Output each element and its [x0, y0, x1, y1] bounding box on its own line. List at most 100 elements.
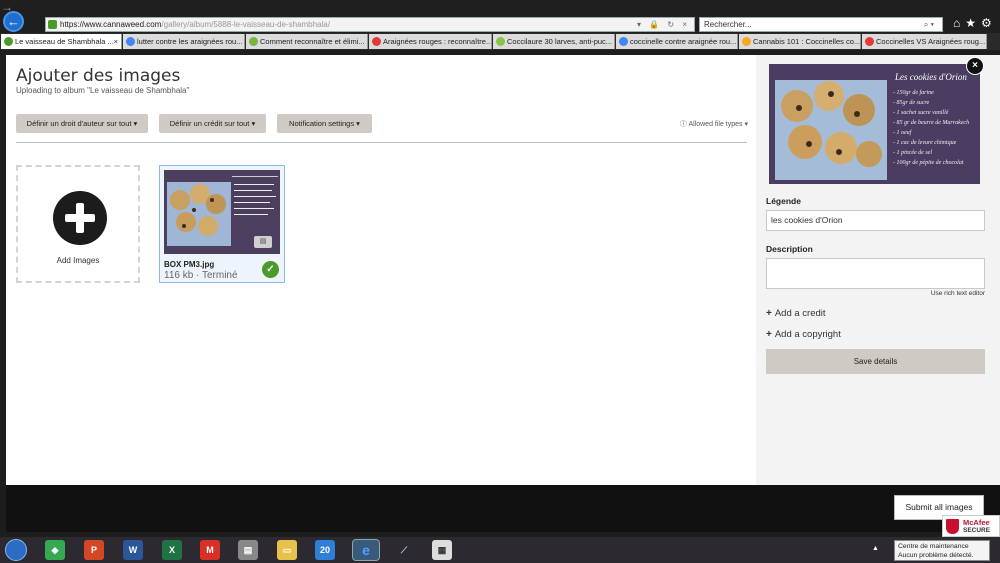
recipe-line: - 150gr de farine: [893, 89, 934, 96]
browser-tools[interactable]: ⌂★⚙: [953, 16, 997, 30]
calculator-icon[interactable]: ▦: [432, 540, 452, 560]
notification-settings-button[interactable]: Notification settings ▾: [277, 114, 372, 133]
recipe-line: - 1 sachet sucre vanillé: [893, 110, 949, 116]
tab-label: Comment reconnaître et élimi...: [260, 37, 365, 46]
plus-icon: +: [766, 329, 772, 340]
gear-icon[interactable]: ⚙: [981, 16, 997, 30]
legend-input[interactable]: les cookies d'Orion: [766, 210, 985, 231]
google-icon: [619, 37, 628, 46]
tab-label: lutter contre les araignées rou...: [137, 37, 243, 46]
tab-label: Le vaisseau de Shambhala ...: [15, 37, 114, 46]
excel-icon[interactable]: X: [162, 540, 182, 560]
site-icon: [865, 37, 874, 46]
search-input[interactable]: Rechercher... ⌕ ▾: [699, 17, 943, 32]
file-status: 116 kb · Terminé: [164, 270, 238, 281]
allowed-file-types-link[interactable]: ⓘ Allowed file types ▾: [680, 119, 748, 129]
mcafee-secure-badge[interactable]: McAfee SECURE: [942, 515, 1000, 537]
tab-2[interactable]: Comment reconnaître et élimi...: [246, 34, 368, 49]
start-button-icon[interactable]: [5, 539, 27, 561]
close-tab-icon[interactable]: ×: [114, 34, 118, 49]
recipe-line: - 100gr de pépite de chocolat: [893, 160, 964, 166]
tab-7[interactable]: Coccinelles VS Araignées roug...: [862, 34, 987, 49]
tab-4[interactable]: Coccilaure 30 larves, anti-puc...: [493, 34, 615, 49]
file-name: BOX PM3.jpg: [164, 260, 215, 269]
close-icon[interactable]: ×: [966, 57, 984, 75]
calendar-icon[interactable]: 20: [315, 540, 335, 560]
search-icon[interactable]: ⌕ ▾: [924, 18, 934, 31]
save-details-button[interactable]: Save details: [766, 349, 985, 374]
tooltip-line-1: Centre de maintenance: [898, 543, 969, 550]
tab-label: Araignées rouges : reconnaître...: [383, 37, 492, 46]
maintenance-tooltip: Centre de maintenance Aucun problème dét…: [894, 540, 990, 561]
address-bar[interactable]: https://www.cannaweed.com/gallery/album/…: [45, 17, 695, 32]
add-copyright-link[interactable]: + Add a copyright: [766, 329, 841, 340]
powerpoint-icon[interactable]: P: [84, 540, 104, 560]
uploaded-file-card[interactable]: ▤ BOX PM3.jpg 116 kb · Terminé ✓: [159, 165, 285, 283]
cannabis-leaf-icon: [4, 37, 13, 46]
recipe-line: - 1 pincée de sel: [893, 150, 932, 156]
page-title: Ajouter des images: [16, 66, 181, 86]
tooltip-line-2: Aucun problème détecté.: [898, 552, 974, 559]
tab-5[interactable]: coccinelle contre araignée rou...: [616, 34, 738, 49]
recipe-line: - 85 gr de beurre de Marrakech: [893, 120, 969, 126]
tab-label: Coccinelles VS Araignées roug...: [876, 37, 986, 46]
add-credit-label: Add a credit: [774, 308, 826, 319]
tab-label: Coccilaure 30 larves, anti-puc...: [507, 37, 613, 46]
home-icon[interactable]: ⌂: [953, 16, 965, 30]
tab-label: Cannabis 101 : Coccinelles co...: [753, 37, 861, 46]
description-textarea[interactable]: [766, 258, 985, 289]
add-images-label: Add Images: [56, 256, 100, 265]
file-thumbnail: ▤: [164, 170, 280, 254]
upload-modal: Ajouter des images Uploading to album "L…: [6, 55, 1000, 485]
google-icon: [126, 37, 135, 46]
back-arrow-icon[interactable]: ←: [3, 11, 24, 32]
set-credit-all-button[interactable]: Définir un crédit sur tout ▾: [159, 114, 266, 133]
maps-icon[interactable]: ◆: [45, 540, 65, 560]
site-favicon-icon: [48, 20, 57, 29]
details-sidebar: Les cookies d'Orion - 150gr de farine - …: [756, 55, 1000, 485]
tab-strip: Le vaisseau de Shambhala ... × lutter con…: [0, 33, 1000, 50]
recipe-line: - 85gr de sucre: [893, 100, 930, 106]
windows-taskbar: ◆ P W X M ▤ ▭ 20 e ⟋ ▦: [0, 537, 1000, 563]
tab-6[interactable]: Cannabis 101 : Coccinelles co...: [739, 34, 861, 49]
word-icon[interactable]: W: [123, 540, 143, 560]
favorites-star-icon[interactable]: ★: [965, 16, 981, 30]
rich-text-editor-link[interactable]: Use rich text editor: [931, 290, 985, 297]
internet-explorer-icon[interactable]: e: [352, 539, 380, 561]
edit-tag-icon[interactable]: ▤: [254, 236, 272, 248]
recipe-line: - 1 oeuf: [893, 129, 913, 136]
recipe-line: - 1 cac de levure chimique: [893, 140, 957, 146]
tab-3[interactable]: Araignées rouges : reconnaître...: [369, 34, 492, 49]
add-credit-link[interactable]: + Add a credit: [766, 308, 826, 319]
site-icon: [742, 37, 751, 46]
tab-label: coccinelle contre araignée rou...: [630, 37, 737, 46]
upload-complete-check-icon: ✓: [262, 261, 279, 278]
file-explorer-icon[interactable]: ▭: [277, 540, 297, 560]
site-icon: [372, 37, 381, 46]
plus-icon: +: [766, 308, 772, 319]
upload-area: Ajouter des images Uploading to album "L…: [6, 55, 756, 485]
page-subtitle: Uploading to album "Le vaisseau de Shamb…: [16, 86, 190, 95]
refresh-lock-icon[interactable]: ▾ 🔒 ↻ ×: [637, 18, 690, 31]
tray-chevron-icon[interactable]: ▲: [872, 545, 879, 552]
search-placeholder: Rechercher...: [704, 20, 752, 29]
mcafee-secure: SECURE: [963, 527, 991, 534]
tab-1[interactable]: lutter contre les araignées rou...: [123, 34, 245, 49]
add-images-dropzone[interactable]: Add Images: [16, 165, 140, 283]
legend-label: Légende: [766, 196, 801, 206]
add-copyright-label: Add a copyright: [774, 329, 841, 340]
gmail-icon[interactable]: M: [200, 540, 220, 560]
mcafee-brand: McAfee: [963, 518, 990, 527]
media-player-icon[interactable]: ▤: [238, 540, 258, 560]
set-copyright-all-button[interactable]: Définir un droit d'auteur sur tout ▾: [16, 114, 148, 133]
image-preview: Les cookies d'Orion - 150gr de farine - …: [769, 64, 980, 184]
app-icon[interactable]: ⟋: [394, 540, 414, 560]
url-path: /gallery/album/5888-le-vaisseau-de-shamb…: [161, 20, 330, 29]
tab-0[interactable]: Le vaisseau de Shambhala ... ×: [1, 34, 122, 49]
site-icon: [496, 37, 505, 46]
modal-footer: Submit all images: [6, 485, 1000, 532]
browser-toolbar: ← → https://www.cannaweed.com/gallery/al…: [0, 0, 1000, 33]
mcafee-shield-icon: [946, 519, 959, 534]
image-title-text: Les cookies d'Orion: [894, 72, 967, 82]
plus-icon: [53, 191, 107, 245]
